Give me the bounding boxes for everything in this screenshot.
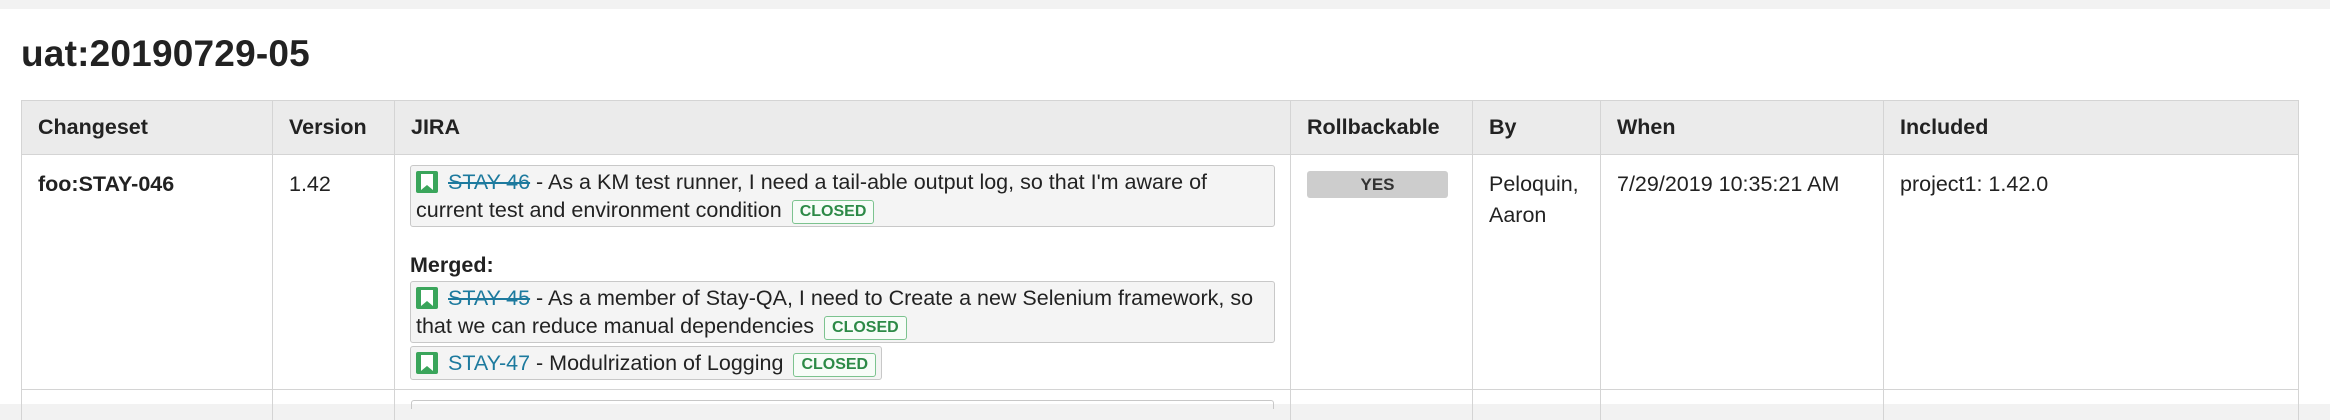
column-header-rollbackable[interactable]: Rollbackable: [1291, 101, 1473, 155]
page-title: uat:20190729-05: [21, 33, 310, 75]
changeset-table: Changeset Version JIRA Rollbackable By W…: [21, 100, 2299, 420]
rollbackable-cell: YES: [1291, 155, 1473, 390]
jira-cell: STAY-46 - As a KM test runner, I need a …: [395, 155, 1291, 390]
author-last-name: Peloquin,: [1489, 169, 1584, 200]
release-panel: uat:20190729-05 Changeset Version JIRA R…: [0, 9, 2330, 404]
status-badge: CLOSED: [824, 316, 907, 340]
by-cell: Peloquin, Aaron: [1473, 155, 1601, 390]
by-cell: [1473, 390, 1601, 420]
table-header-row: Changeset Version JIRA Rollbackable By W…: [22, 101, 2299, 155]
author-first-name: Aaron: [1489, 200, 1584, 231]
version-cell: [273, 390, 395, 420]
table-row: [22, 390, 2299, 420]
jira-issue-summary: - Modulrization of Logging: [530, 351, 783, 375]
bookmark-icon: [416, 171, 438, 193]
jira-issue-merged: STAY-47 - Modulrization of Logging CLOSE…: [410, 346, 882, 380]
bookmark-icon: [416, 352, 438, 374]
column-header-jira[interactable]: JIRA: [395, 101, 1291, 155]
jira-issue-link[interactable]: STAY-45: [448, 286, 530, 310]
jira-issue-merged: STAY-45 - As a member of Stay-QA, I need…: [410, 281, 1275, 343]
table-row: foo:STAY-046 1.42 STAY-46 - As a KM test…: [22, 155, 2299, 390]
included-cell: project1: 1.42.0: [1884, 155, 2299, 390]
jira-issue-primary: [411, 400, 1274, 409]
version-cell: 1.42: [273, 155, 395, 390]
status-badge: CLOSED: [792, 200, 875, 224]
rollbackable-badge: YES: [1307, 171, 1448, 198]
changeset-cell: foo:STAY-046: [22, 155, 273, 390]
jira-issue-link[interactable]: STAY-47: [448, 351, 530, 375]
jira-cell: [395, 390, 1291, 420]
jira-issue-link[interactable]: STAY-46: [448, 170, 530, 194]
changeset-cell: [22, 390, 273, 420]
jira-issue-primary: STAY-46 - As a KM test runner, I need a …: [410, 165, 1275, 227]
column-header-by[interactable]: By: [1473, 101, 1601, 155]
column-header-version[interactable]: Version: [273, 101, 395, 155]
column-header-changeset[interactable]: Changeset: [22, 101, 273, 155]
status-badge: CLOSED: [793, 353, 876, 377]
column-header-when[interactable]: When: [1601, 101, 1884, 155]
column-header-included[interactable]: Included: [1884, 101, 2299, 155]
when-cell: [1601, 390, 1884, 420]
when-cell: 7/29/2019 10:35:21 AM: [1601, 155, 1884, 390]
rollbackable-cell: [1291, 390, 1473, 420]
merged-label: Merged:: [410, 253, 1275, 277]
bookmark-icon: [416, 287, 438, 309]
included-cell: [1884, 390, 2299, 420]
